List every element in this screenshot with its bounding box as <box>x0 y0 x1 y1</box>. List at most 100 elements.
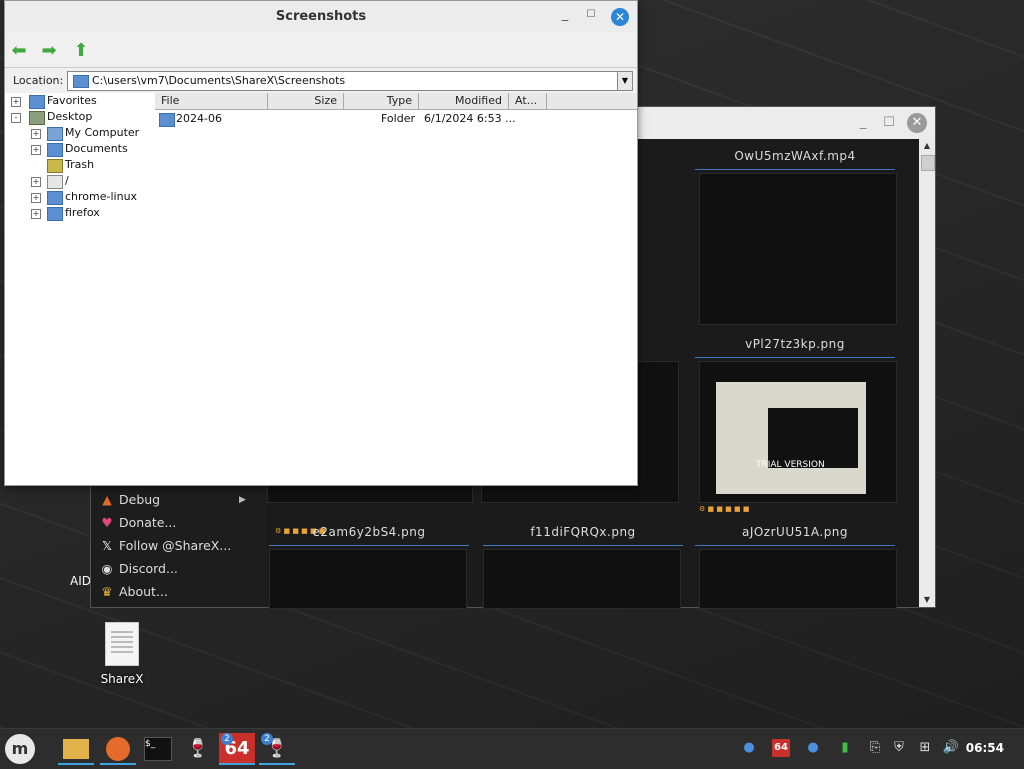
vertical-scrollbar[interactable]: ▲ ▼ <box>919 139 935 607</box>
terminal-launcher[interactable]: $_ <box>140 733 176 765</box>
scroll-thumb[interactable] <box>921 155 935 171</box>
minimize-icon[interactable]: _ <box>853 113 873 133</box>
update-icon[interactable]: ⎘ <box>866 739 884 757</box>
menu-item-donate[interactable]: ♥ Donate... <box>99 512 176 534</box>
mint-menu-icon[interactable]: m <box>5 734 35 764</box>
tree-item-label: Desktop <box>47 110 93 123</box>
memory-tray-icon[interactable]: ▮ <box>836 739 854 757</box>
tree-item-label: Documents <box>65 142 128 155</box>
column-header-file[interactable]: File <box>155 93 268 109</box>
location-bar: Location: C:\users\vm7\Documents\ShareX\… <box>5 67 637 94</box>
window-count-badge: 2 <box>221 733 233 745</box>
debug-icon: ▲ <box>102 492 112 507</box>
column-header-size[interactable]: Size <box>268 93 344 109</box>
minimize-icon[interactable]: _ <box>557 8 573 24</box>
taskbar: m $_ 🍷 2 64 2 🍷 ● 64 ● ▮ ⎘ ⛨ ⊞ 🔊 06:54 <box>0 728 1024 769</box>
thumbnail-divider <box>695 357 895 358</box>
menu-item-about[interactable]: ♛ About... <box>99 581 168 603</box>
chrome-tray-icon[interactable]: ● <box>804 739 822 757</box>
column-header-type[interactable]: Type <box>344 93 419 109</box>
wine-launcher[interactable]: 🍷 <box>180 733 216 765</box>
wine64-tray-icon[interactable]: 64 <box>772 739 790 757</box>
expand-icon[interactable]: + <box>31 193 41 203</box>
file-type: Folder <box>381 112 415 125</box>
back-arrow-icon[interactable]: ⬅ <box>9 41 29 61</box>
screenshot-preview: TRIAL VERSION <box>716 382 866 494</box>
trash-icon <box>47 159 63 173</box>
location-path: C:\users\vm7\Documents\ShareX\Screenshot… <box>92 74 346 87</box>
thumbnail-title: e2am6y2bS4.png <box>312 525 426 539</box>
thumbnail-image[interactable] <box>483 549 681 609</box>
volume-icon[interactable]: 🔊 <box>942 739 960 757</box>
partial-desktop-label: AID <box>70 574 91 588</box>
forward-arrow-icon[interactable]: ➡ <box>39 41 59 61</box>
trial-overlay: TRIAL VERSION <box>756 460 825 470</box>
expand-icon[interactable]: + <box>31 145 41 155</box>
wine64-window[interactable]: 2 64 <box>219 733 255 765</box>
tree-item-label: firefox <box>65 206 100 219</box>
expand-icon[interactable]: + <box>11 97 21 107</box>
menu-item-follow[interactable]: 𝕏 Follow @ShareX... <box>99 535 231 557</box>
maximize-icon[interactable]: ☐ <box>879 113 899 133</box>
files-launcher[interactable] <box>58 733 94 765</box>
menu-item-label: Donate... <box>119 515 177 530</box>
expand-icon[interactable]: + <box>31 209 41 219</box>
wine-window[interactable]: 2 🍷 <box>259 733 295 765</box>
scroll-up-icon[interactable]: ▲ <box>919 139 935 153</box>
desktop-icon-label: ShareX <box>100 672 144 686</box>
heart-icon: ♥ <box>101 515 113 530</box>
file-list-row[interactable]: 2024-06 Folder 6/1/2024 6:53 ... <box>155 111 637 127</box>
shield-icon[interactable]: ⛨ <box>890 739 908 757</box>
maximize-icon[interactable]: ☐ <box>585 9 597 21</box>
menu-item-discord[interactable]: ◉ Discord... <box>99 558 178 580</box>
thumbnail-image[interactable]: TRIAL VERSION <box>699 361 897 503</box>
thumbnail-image[interactable] <box>269 549 467 609</box>
terminal-icon: $_ <box>144 737 172 761</box>
tree-item-label: chrome-linux <box>65 190 138 203</box>
thumbnail-divider <box>483 545 683 546</box>
network-icon[interactable]: ⊞ <box>916 739 934 757</box>
chevron-down-icon[interactable]: ▼ <box>617 72 632 90</box>
folder-icon <box>29 95 45 109</box>
close-button[interactable]: ✕ <box>611 8 629 26</box>
menu-item-label: About... <box>119 584 168 599</box>
up-arrow-icon[interactable]: ⬆ <box>71 41 91 61</box>
firefox-icon <box>106 737 130 761</box>
chrome-tray-icon[interactable]: ● <box>740 739 758 757</box>
folder-icon <box>159 113 175 127</box>
file-name: 2024-06 <box>176 112 222 125</box>
collapse-icon[interactable]: - <box>11 113 21 123</box>
thumbnail-toolbar: ⚙ ■ ■ ■ ■ ■ <box>699 505 750 513</box>
x-logo-icon: 𝕏 <box>101 538 113 553</box>
thumbnail-divider <box>695 545 895 546</box>
desktop-icon-sharex[interactable]: ShareX <box>92 622 152 686</box>
folder-icon <box>47 207 63 221</box>
clock[interactable]: 06:54 <box>966 741 1004 755</box>
expand-icon[interactable]: + <box>31 177 41 187</box>
file-browser-dialog: Screenshots _ ☐ ✕ ⬅ ➡ ⬆ Location: C:\use… <box>4 0 638 486</box>
column-header-modified[interactable]: Modified <box>419 93 509 109</box>
thumbnail-divider <box>269 545 469 546</box>
location-combobox[interactable]: C:\users\vm7\Documents\ShareX\Screenshot… <box>67 71 633 91</box>
folder-icon <box>73 75 89 88</box>
wine-glass-icon: 🍷 <box>186 738 210 759</box>
column-header-attributes[interactable]: At... <box>509 93 547 109</box>
thumbnail-image[interactable] <box>699 549 897 609</box>
folder-icon <box>47 143 63 157</box>
menu-item-label: Discord... <box>119 561 178 576</box>
close-button[interactable]: ✕ <box>907 113 927 133</box>
computer-icon <box>47 127 63 141</box>
desktop-icon <box>29 111 45 125</box>
submenu-arrow-icon: ▶ <box>239 495 246 505</box>
drive-icon <box>47 175 63 189</box>
location-label: Location: <box>13 74 64 87</box>
expand-icon[interactable]: + <box>31 129 41 139</box>
file-list-header: File Size Type Modified At... <box>155 93 637 110</box>
menu-item-debug[interactable]: ▲ Debug <box>99 489 160 511</box>
file-list: File Size Type Modified At... 2024-06 Fo… <box>155 93 637 485</box>
menu-item-label: Debug <box>119 492 161 507</box>
dialog-titlebar[interactable]: Screenshots _ ☐ ✕ <box>5 1 637 33</box>
scroll-down-icon[interactable]: ▼ <box>919 593 935 607</box>
firefox-launcher[interactable] <box>100 733 136 765</box>
thumbnail-video[interactable] <box>699 173 897 325</box>
